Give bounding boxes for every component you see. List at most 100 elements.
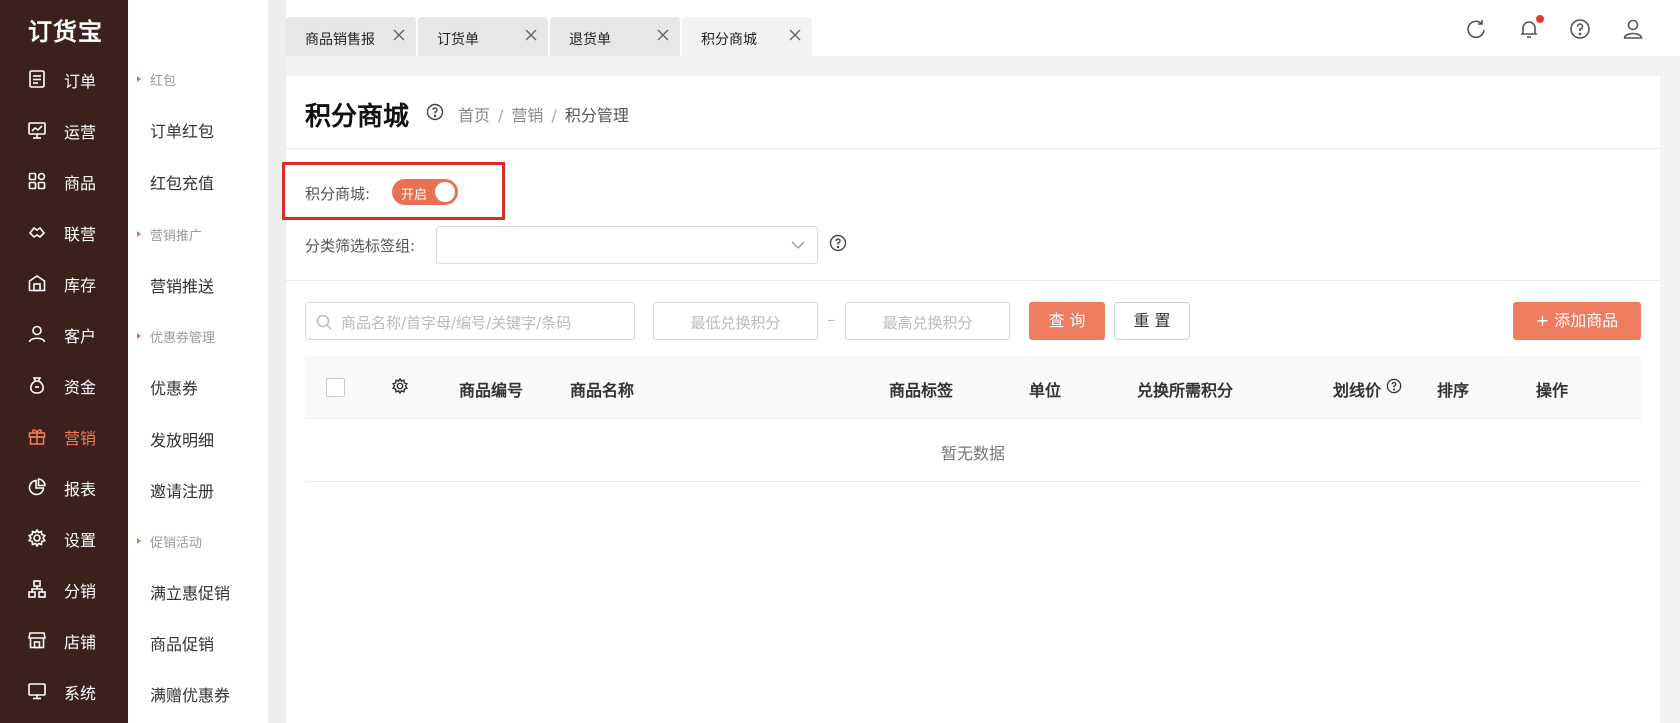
nav-item-cooperation[interactable]: 联营 (0, 207, 128, 257)
submenu-item-product-promo[interactable]: 商品促销 (150, 631, 214, 655)
reset-button[interactable]: 重 置 (1114, 302, 1190, 340)
submenu-item-issue-detail[interactable]: 发放明细 (150, 427, 214, 451)
monitor-icon (28, 683, 46, 700)
nav-item-label: 设置 (64, 531, 97, 550)
order-doc-icon (29, 70, 45, 88)
notification-badge (1536, 15, 1544, 23)
breadcrumb-marketing[interactable]: 营销 (511, 106, 543, 125)
app-logo: 订货宝 (28, 18, 103, 46)
tab-label: 退货单 (569, 32, 611, 48)
submenu-item-hongbao-recharge[interactable]: 红包充值 (150, 170, 214, 194)
help-circle-icon[interactable] (426, 103, 444, 121)
nav-item-inventory[interactable]: 库存 (0, 258, 128, 308)
nav-item-label: 订单 (64, 72, 97, 91)
submenu-item-order-hongbao[interactable]: 订单红包 (150, 118, 214, 142)
nav-item-system[interactable]: 系统 (0, 666, 128, 716)
money-bag-icon (30, 377, 44, 394)
nav-item-customer[interactable]: 客户 (0, 309, 128, 359)
nav-item-label: 分销 (64, 582, 97, 601)
column-header-product-code: 商品编号 (459, 381, 524, 400)
submenu-item-invite[interactable]: 邀请注册 (150, 478, 214, 502)
nav-item-product[interactable]: 商品 (0, 156, 128, 206)
nav-item-label: 资金 (64, 378, 97, 397)
nav-item-label: 商品 (64, 174, 97, 193)
nav-item-operation[interactable]: 运营 (0, 105, 128, 155)
nav-item-label: 系统 (64, 684, 97, 703)
submenu-item-instant-discount[interactable]: 满立惠促销 (150, 580, 230, 604)
help-circle-icon[interactable] (1386, 378, 1402, 394)
nav-item-marketing[interactable]: 营销 (0, 411, 128, 461)
nav-item-order[interactable]: 订单 (0, 54, 128, 104)
nav-item-store[interactable]: 店铺 (0, 615, 128, 665)
gift-icon (28, 429, 46, 445)
nav-item-label: 店铺 (64, 633, 97, 652)
refresh-icon[interactable] (1465, 18, 1487, 40)
add-product-button[interactable]: + 添加商品 (1513, 302, 1641, 340)
nav-item-funds[interactable]: 资金 (0, 360, 128, 410)
grid-apps-icon (28, 172, 46, 190)
close-icon[interactable] (788, 28, 802, 42)
submenu-item-gift-coupon[interactable]: 满赠优惠券 (150, 682, 230, 706)
min-points-input[interactable]: 最低兑换积分 (653, 302, 818, 340)
submenu-group-coupon: 优惠券管理 (136, 327, 215, 346)
search-icon (316, 314, 332, 330)
chevron-down-icon (791, 241, 805, 249)
help-circle-icon[interactable] (1569, 18, 1591, 40)
tab-purchase-order[interactable]: 订货单 (418, 17, 548, 56)
column-header-points-required: 兑换所需积分 (1137, 381, 1234, 400)
layout-gutter (268, 0, 286, 723)
column-header-unit: 单位 (1029, 381, 1062, 400)
max-points-input[interactable]: 最高兑换积分 (845, 302, 1010, 340)
submenu-group-promotion: 营销推广 (136, 225, 202, 244)
submenu-group-activity: 促销活动 (136, 532, 202, 551)
column-header-product-tag: 商品标签 (889, 381, 954, 400)
nav-item-label: 联营 (64, 225, 97, 244)
tab-label: 订货单 (437, 32, 479, 48)
marketing-submenu: 红包 订单红包 红包充值 营销推广 营销推送 优惠券管理 优惠券 发放明细 邀请… (128, 0, 268, 723)
close-icon[interactable] (524, 28, 538, 42)
query-button[interactable]: 查 询 (1029, 302, 1105, 340)
breadcrumb-home[interactable]: 首页 (458, 106, 490, 125)
nav-item-label: 营销 (64, 429, 97, 448)
help-circle-icon[interactable] (829, 234, 847, 252)
nav-item-reports[interactable]: 报表 (0, 462, 128, 512)
breadcrumb-points-manage: 积分管理 (564, 106, 629, 125)
tab-label: 商品销售报 (305, 32, 375, 48)
close-icon[interactable] (392, 28, 406, 42)
cooperation-icon (28, 226, 46, 239)
main-nav: 订货宝 订单 运营 商品 联营 库存 客户 资金 营销 报表 设置 分销 店铺 … (0, 0, 128, 723)
warehouse-icon (28, 275, 46, 292)
user-avatar-icon[interactable] (1622, 18, 1644, 40)
column-header-sort: 排序 (1437, 381, 1470, 400)
tab-sales-report[interactable]: 商品销售报 (286, 17, 416, 56)
close-icon[interactable] (656, 28, 670, 42)
store-icon (28, 632, 46, 649)
submenu-group-hongbao: 红包 (136, 70, 176, 89)
tab-points-mall[interactable]: 积分商城 (682, 17, 812, 56)
page-title: 积分商城 (305, 102, 410, 132)
points-mall-switch[interactable]: 开启 (392, 179, 458, 205)
breadcrumb: 首页 / 营销 / 积分管理 (458, 106, 629, 125)
gear-icon[interactable] (392, 378, 408, 394)
table-header: 商品编号 商品名称 商品标签 单位 兑换所需积分 划线价 排序 操作 (305, 356, 1641, 419)
submenu-item-coupon[interactable]: 优惠券 (150, 375, 198, 399)
category-tag-group-select[interactable] (436, 226, 818, 264)
switch-knob (435, 182, 455, 202)
empty-state-text: 暂无数据 (940, 444, 1005, 463)
tab-return-order[interactable]: 退货单 (550, 17, 680, 56)
divider (286, 280, 1660, 281)
org-tree-icon (28, 580, 46, 598)
user-icon (28, 325, 46, 343)
nav-item-distribution[interactable]: 分销 (0, 564, 128, 614)
max-points-placeholder: 最高兑换积分 (882, 314, 973, 332)
range-separator: – (827, 310, 835, 329)
nav-item-settings[interactable]: 设置 (0, 513, 128, 563)
gear-icon (28, 529, 46, 547)
submenu-item-push[interactable]: 营销推送 (150, 273, 214, 297)
nav-item-label: 库存 (64, 276, 97, 295)
points-mall-label: 积分商城: (305, 185, 371, 203)
category-filter-label: 分类筛选标签组: (305, 237, 416, 255)
select-all-checkbox[interactable] (326, 378, 345, 397)
product-search-input[interactable]: 商品名称/首字母/编号/关键字/条码 (305, 302, 635, 340)
column-header-actions: 操作 (1536, 381, 1569, 400)
